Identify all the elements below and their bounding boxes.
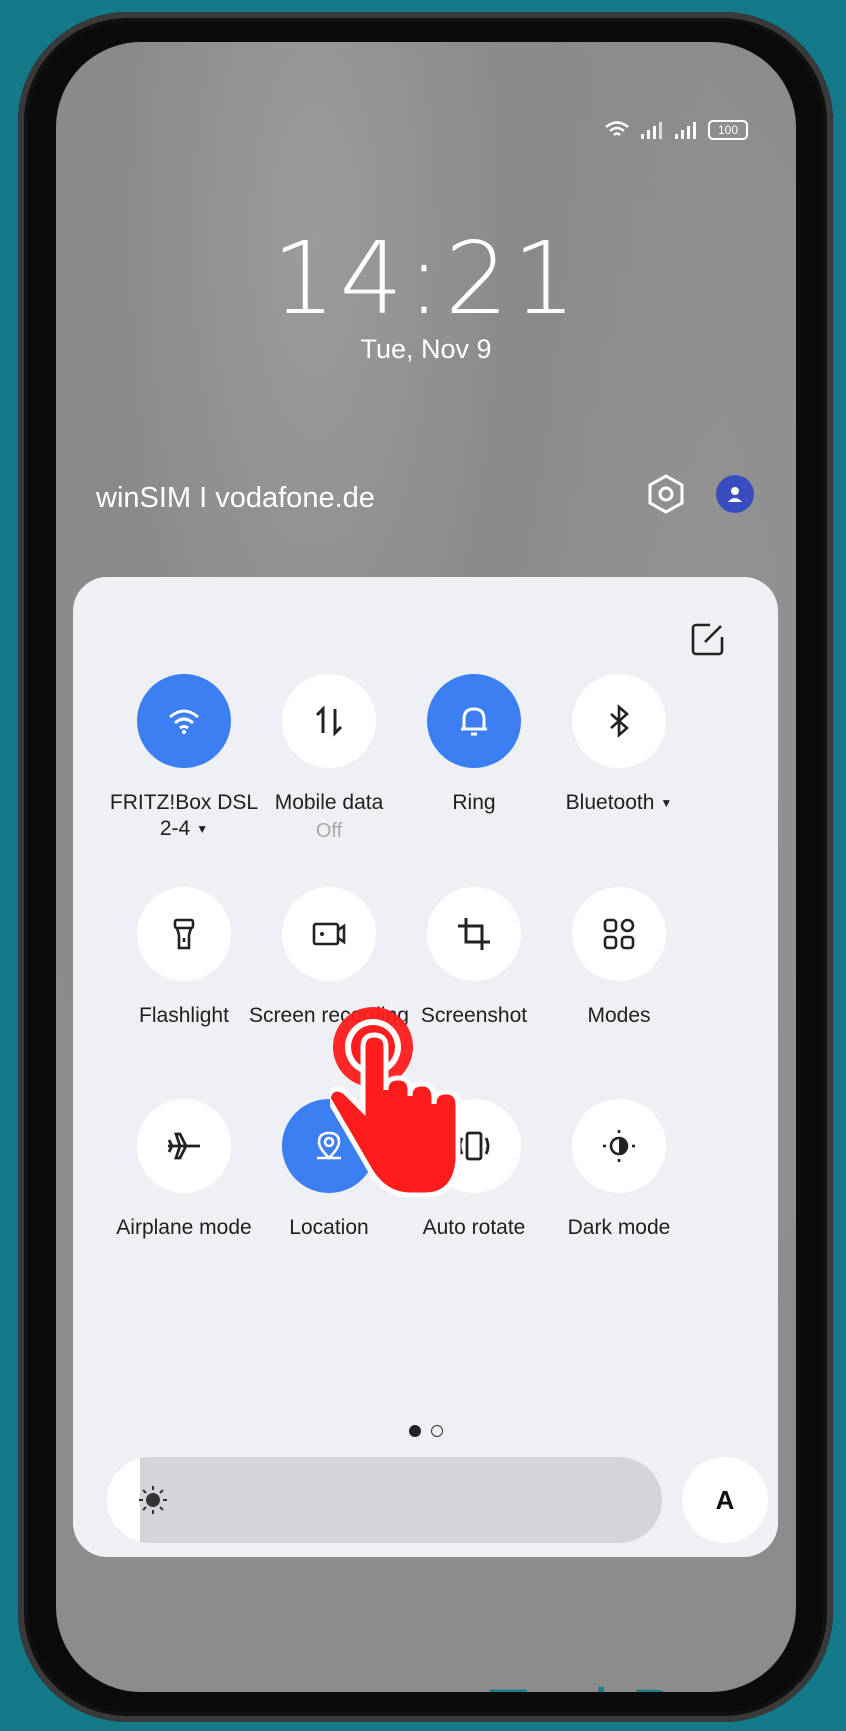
tile-label: Auto rotate <box>394 1215 554 1241</box>
date: Tue, Nov 9 <box>360 334 492 364</box>
page-indicator <box>73 1425 778 1437</box>
tile-sublabel: Off <box>315 820 343 842</box>
tile-toggle[interactable] <box>282 887 376 981</box>
signal-2-icon <box>675 122 696 139</box>
tile-toggle[interactable] <box>572 674 666 768</box>
flashlight-icon <box>173 918 195 950</box>
tile-label-text: Dark mode <box>567 1216 671 1239</box>
modes-grid-icon <box>603 918 635 950</box>
tile-fritz-box-dsl-2-4[interactable]: FRITZ!Box DSL 2-4 ▼ <box>104 674 264 842</box>
tile-modes[interactable]: Modes <box>539 887 699 1029</box>
brightness-sun-icon <box>139 1486 167 1514</box>
settings-icon[interactable] <box>644 472 688 516</box>
edit-icon[interactable] <box>690 621 726 657</box>
tile-label: Dark mode <box>539 1215 699 1241</box>
tile-ring[interactable]: Ring <box>394 674 554 816</box>
battery-icon: 100 <box>708 120 748 140</box>
tap-hand-icon <box>330 1007 461 1198</box>
tile-label: Bluetooth ▼ <box>539 790 699 816</box>
tile-airplane-mode[interactable]: Airplane mode <box>104 1099 264 1241</box>
crop-icon <box>458 918 490 950</box>
screen-record-icon <box>312 922 346 946</box>
airplane-icon <box>167 1132 200 1160</box>
auto-brightness-button[interactable]: A <box>682 1457 768 1543</box>
tile-label-text: Ring <box>452 791 496 814</box>
bluetooth-icon <box>610 704 629 738</box>
tile-label: FRITZ!Box DSL 2-4 ▼ <box>104 790 264 842</box>
wifi-status-icon <box>605 121 629 136</box>
tile-label-text: Flashlight <box>139 1004 229 1027</box>
clock: 14:21 <box>271 220 581 337</box>
battery-level: 100 <box>717 123 739 137</box>
tile-label: Modes <box>539 1003 699 1029</box>
tile-label: Airplane mode <box>104 1215 264 1241</box>
tile-label-text: Bluetooth <box>565 791 655 814</box>
dropdown-caret-icon[interactable]: ▼ <box>660 790 672 816</box>
tile-label-text: Modes <box>587 1004 651 1027</box>
bell-icon <box>461 707 487 736</box>
brightness-fill <box>107 1457 141 1543</box>
tile-bluetooth[interactable]: Bluetooth ▼ <box>539 674 699 816</box>
lock-screen: 100 14:21 Tue, Nov 9 winSIM I vodafone.d… <box>56 42 796 1692</box>
dropdown-caret-icon[interactable]: ▼ <box>196 816 208 842</box>
tile-label: Ring <box>394 790 554 816</box>
mobile-data-icon <box>315 705 343 737</box>
tile-dark-mode[interactable]: Dark mode <box>539 1099 699 1241</box>
tile-label: Mobile data <box>249 790 409 816</box>
tile-toggle[interactable] <box>427 674 521 768</box>
page-dot-2[interactable] <box>430 1425 443 1437</box>
tile-toggle[interactable] <box>282 674 376 768</box>
tile-toggle[interactable] <box>137 887 231 981</box>
dark-mode-icon <box>603 1130 635 1162</box>
tile-toggle[interactable] <box>427 887 521 981</box>
tile-toggle[interactable] <box>137 1099 231 1193</box>
tile-toggle[interactable] <box>572 1099 666 1193</box>
tile-label-text: Mobile data <box>274 791 384 814</box>
user-avatar-button[interactable] <box>716 475 754 513</box>
tile-toggle[interactable] <box>137 674 231 768</box>
tile-label: Flashlight <box>104 1003 264 1029</box>
tile-toggle[interactable] <box>572 887 666 981</box>
wifi-icon <box>169 709 199 734</box>
brightness-slider[interactable] <box>107 1457 662 1543</box>
tile-label-text: FRITZ!Box DSL 2-4 <box>109 791 259 840</box>
user-icon <box>728 487 742 502</box>
status-bar: 100 <box>604 120 748 140</box>
tile-label-text: Airplane mode <box>116 1216 252 1239</box>
carrier-name: winSIM I vodafone.de <box>96 482 375 514</box>
tile-label-text: Location <box>289 1216 369 1239</box>
tile-mobile-data[interactable]: Mobile data Off <box>249 674 409 843</box>
tile-label: Location <box>249 1215 409 1241</box>
page-dot-1[interactable] <box>408 1425 421 1437</box>
phone-frame: 100 14:21 Tue, Nov 9 winSIM I vodafone.d… <box>18 12 833 1722</box>
techbone-watermark: TechBone <box>488 1674 790 1692</box>
signal-1-icon <box>641 122 662 139</box>
tile-flashlight[interactable]: Flashlight <box>104 887 264 1029</box>
tile-label-text: Auto rotate <box>422 1216 526 1239</box>
